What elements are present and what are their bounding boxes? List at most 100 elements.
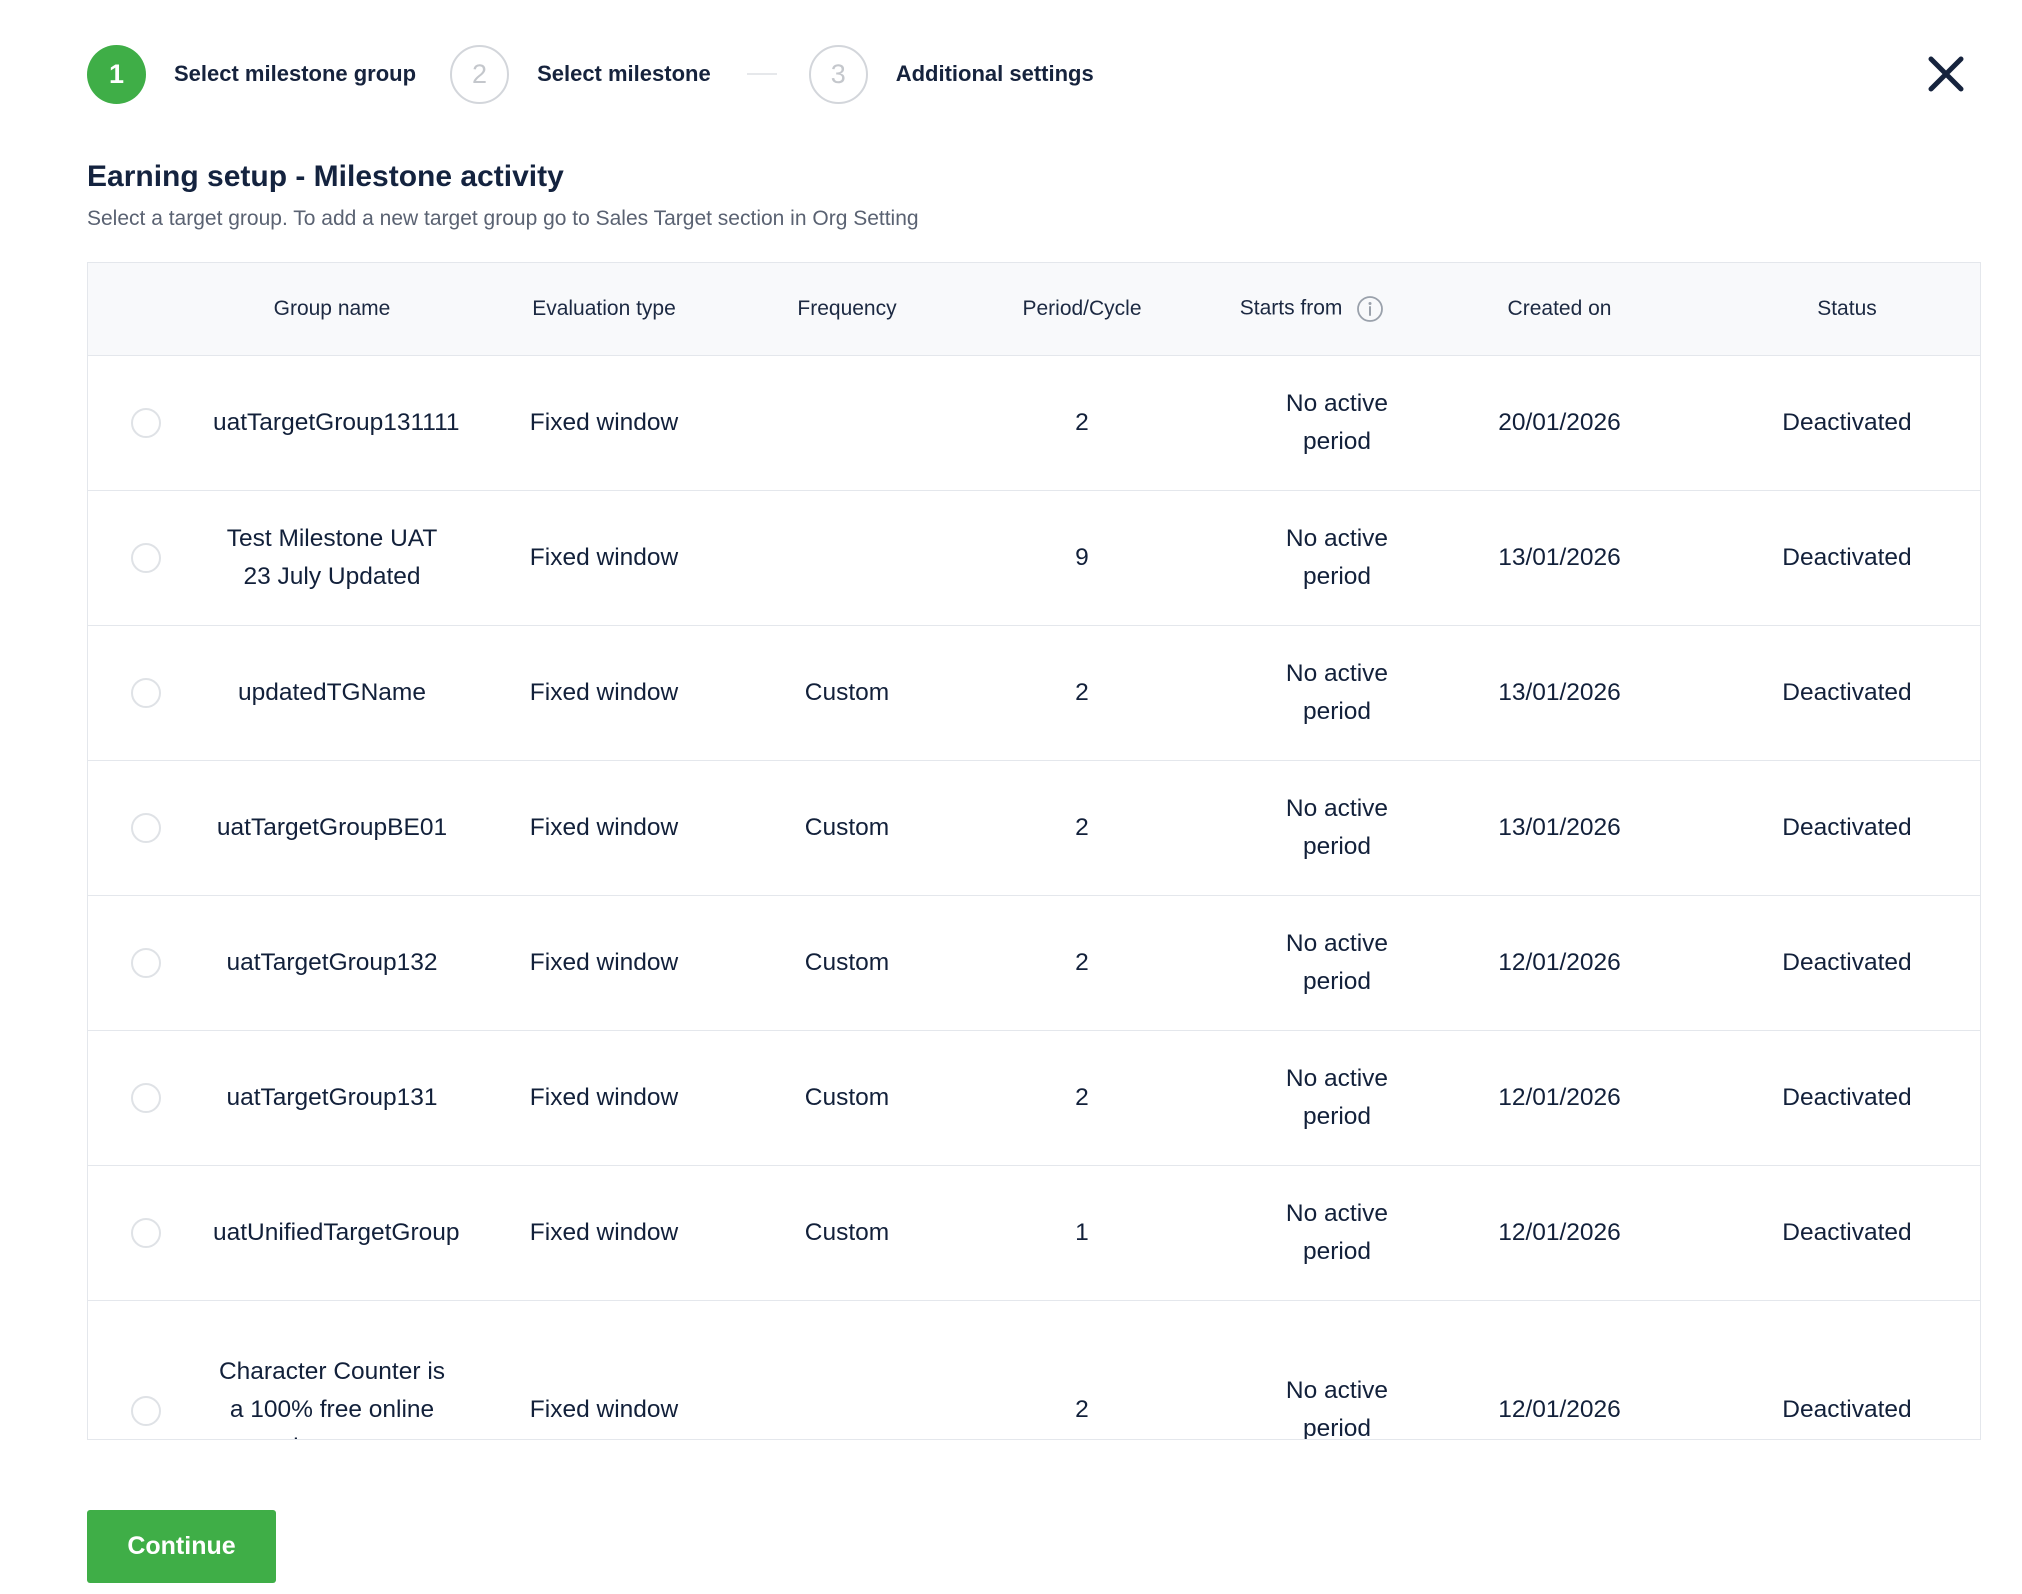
page-title: Earning setup - Milestone activity: [87, 160, 564, 193]
column-header-created-on: Created on: [1407, 263, 1712, 356]
starts-from: No active period: [1285, 389, 1389, 455]
period-cycle: 1: [947, 1165, 1217, 1301]
row-radio[interactable]: [130, 948, 161, 979]
created-on: 12/01/2026: [1407, 1165, 1712, 1301]
row-radio[interactable]: [130, 408, 161, 439]
starts-from: No active period: [1285, 929, 1389, 995]
starts-from: No active period: [1285, 1377, 1389, 1440]
created-on: 13/01/2026: [1407, 760, 1712, 896]
column-header-evaluation-type: Evaluation type: [461, 263, 747, 356]
stepper: 1 Select milestone group 2 Select milest…: [87, 44, 1094, 104]
period-cycle: 2: [947, 1030, 1217, 1166]
starts-from: No active period: [1285, 794, 1389, 860]
table-row[interactable]: uatUnifiedTargetGroup Fixed window Custo…: [88, 1165, 1980, 1301]
status: Deactivated: [1712, 1030, 1980, 1166]
period-cycle: 2: [947, 625, 1217, 761]
evaluation-type: Fixed window: [461, 625, 747, 761]
frequency: Custom: [747, 1030, 947, 1166]
column-header-select: [88, 263, 203, 356]
evaluation-type: Fixed window: [461, 760, 747, 896]
step-1-label: Select milestone group: [174, 61, 417, 86]
column-header-group-name: Group name: [203, 263, 461, 356]
table-header: Group name Evaluation type Frequency Per…: [88, 263, 1980, 356]
row-radio[interactable]: [130, 543, 161, 574]
period-cycle: 2: [947, 760, 1217, 896]
frequency: Custom: [747, 895, 947, 1031]
table-row[interactable]: uatTargetGroup131111 Fixed window 2 No a…: [88, 355, 1980, 491]
column-header-status: Status: [1712, 263, 1980, 356]
created-on: 13/01/2026: [1407, 625, 1712, 761]
group-name: uatTargetGroup131: [226, 1083, 438, 1111]
status: Deactivated: [1712, 625, 1980, 761]
evaluation-type: Fixed window: [461, 1300, 747, 1439]
table-row[interactable]: uatTargetGroup132 Fixed window Custom 2 …: [88, 895, 1980, 1031]
status: Deactivated: [1712, 760, 1980, 896]
step-3[interactable]: 3 Additional settings: [808, 44, 1094, 104]
status: Deactivated: [1712, 895, 1980, 1031]
table-row[interactable]: updatedTGName Fixed window Custom 2 No a…: [88, 625, 1980, 761]
starts-from: No active period: [1285, 1064, 1389, 1130]
step-separator: [746, 73, 777, 75]
evaluation-type: Fixed window: [461, 490, 747, 626]
table-row[interactable]: uatTargetGroupBE01 Fixed window Custom 2…: [88, 760, 1980, 896]
evaluation-type: Fixed window: [461, 1030, 747, 1166]
period-cycle: 2: [947, 1300, 1217, 1439]
frequency: Custom: [747, 1165, 947, 1301]
table-row[interactable]: Character Counter is a 100% free online …: [88, 1300, 1980, 1440]
starts-from: No active period: [1285, 524, 1389, 590]
step-3-label: Additional settings: [895, 61, 1094, 86]
step-2-number: 2: [450, 44, 510, 104]
row-radio[interactable]: [130, 813, 161, 844]
status: Deactivated: [1712, 355, 1980, 491]
created-on: 12/01/2026: [1407, 1030, 1712, 1166]
group-name: Test Milestone UAT 23 July Updated: [226, 524, 438, 590]
created-on: 12/01/2026: [1407, 1300, 1712, 1439]
group-name: updatedTGName: [238, 678, 426, 706]
period-cycle: 2: [947, 355, 1217, 491]
frequency: Custom: [747, 625, 947, 761]
page-subtitle: Select a target group. To add a new targ…: [87, 207, 919, 230]
row-radio[interactable]: [130, 1395, 161, 1426]
column-header-starts-from-label: Starts from: [1239, 296, 1343, 320]
table-row[interactable]: uatTargetGroup131 Fixed window Custom 2 …: [88, 1030, 1980, 1166]
status: Deactivated: [1712, 1300, 1980, 1439]
step-1-number: 1: [87, 44, 146, 104]
frequency: Custom: [747, 760, 947, 896]
close-button[interactable]: [1924, 52, 1968, 96]
created-on: 20/01/2026: [1407, 355, 1712, 491]
frequency: [747, 490, 947, 626]
created-on: 13/01/2026: [1407, 490, 1712, 626]
group-name: uatTargetGroupBE01: [216, 813, 448, 841]
row-radio[interactable]: [130, 678, 161, 709]
info-icon[interactable]: [1356, 295, 1384, 323]
group-name: uatUnifiedTargetGroup: [213, 1218, 460, 1246]
close-icon: [1928, 56, 1964, 92]
continue-button[interactable]: Continue: [87, 1510, 276, 1583]
frequency: [747, 1300, 947, 1439]
step-2[interactable]: 2 Select milestone: [450, 44, 711, 104]
evaluation-type: Fixed window: [461, 895, 747, 1031]
table-row[interactable]: Test Milestone UAT 23 July Updated Fixed…: [88, 490, 1980, 626]
row-radio[interactable]: [130, 1083, 161, 1114]
period-cycle: 9: [947, 490, 1217, 626]
step-1[interactable]: 1 Select milestone group: [87, 44, 417, 104]
starts-from: No active period: [1285, 1199, 1389, 1265]
step-3-number: 3: [808, 44, 868, 104]
target-group-table[interactable]: Group name Evaluation type Frequency Per…: [87, 262, 1981, 1440]
evaluation-type: Fixed window: [461, 355, 747, 491]
column-header-period-cycle: Period/Cycle: [947, 263, 1217, 356]
evaluation-type: Fixed window: [461, 1165, 747, 1301]
frequency: [747, 355, 947, 491]
starts-from: No active period: [1285, 659, 1389, 725]
period-cycle: 2: [947, 895, 1217, 1031]
created-on: 12/01/2026: [1407, 895, 1712, 1031]
group-name: uatTargetGroup132: [226, 948, 438, 976]
status: Deactivated: [1712, 490, 1980, 626]
group-name: Character Counter is a 100% free online …: [218, 1358, 446, 1439]
column-header-frequency: Frequency: [747, 263, 947, 356]
row-radio[interactable]: [130, 1218, 161, 1249]
status: Deactivated: [1712, 1165, 1980, 1301]
group-name: uatTargetGroup131111: [213, 408, 460, 436]
column-header-starts-from: Starts from: [1217, 263, 1407, 356]
step-2-label: Select milestone: [537, 61, 711, 86]
